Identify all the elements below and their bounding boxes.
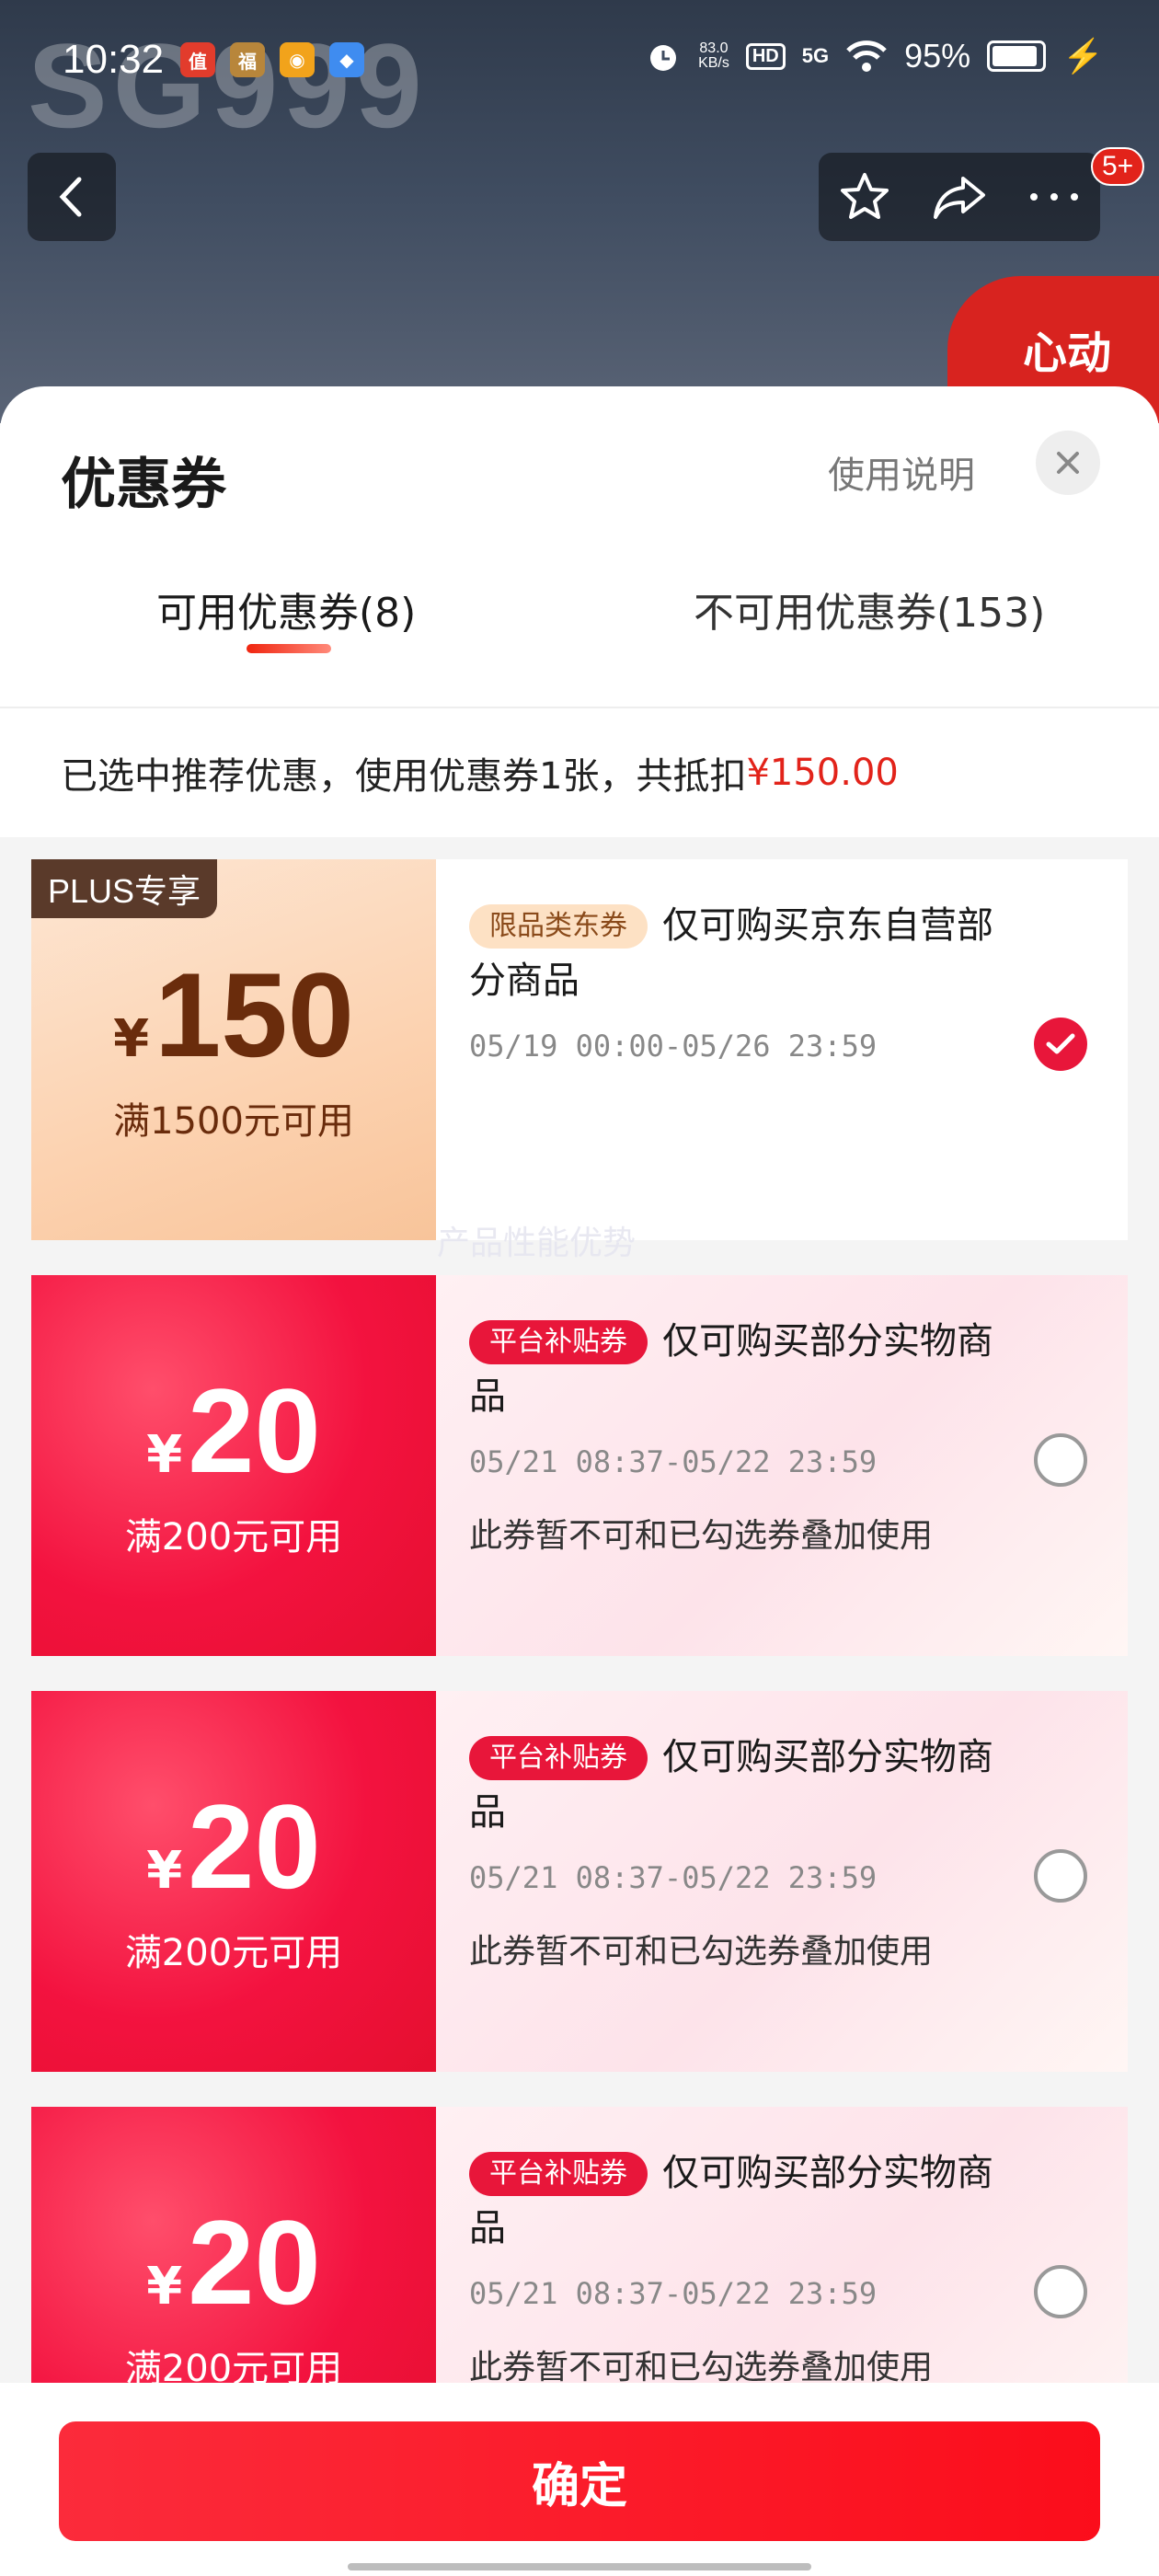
top-actions xyxy=(819,153,1100,241)
app-notification-icon: ◆ xyxy=(329,42,364,77)
close-icon xyxy=(1057,452,1079,474)
coupon-tabs: 可用优惠券(8) 不可用优惠券(153) xyxy=(0,552,1159,708)
coupon-validity: 05/21 08:37-05/22 23:59 xyxy=(469,2276,878,2311)
network-speed: 83.0 KB/s xyxy=(698,40,729,71)
coupon-card[interactable]: ¥ 20 满200元可用 平台补贴券 仅可购买部分实物商品 05/21 08:37… xyxy=(31,1275,1128,1656)
coupon-amount-value: 150 xyxy=(155,948,354,1082)
coupon-title: 限品类东券 仅可购买京东自营部分商品 xyxy=(469,898,1027,1008)
plus-exclusive-tag: PLUS专享 xyxy=(31,859,218,918)
charging-icon: ⚡ xyxy=(1062,37,1104,75)
coupon-amount: ¥ 20 xyxy=(146,1787,321,1906)
coupon-amount: ¥ 20 xyxy=(146,2202,321,2322)
overlay-text: 产品性能优势 xyxy=(437,1225,637,1262)
footer-bar: 确定 xyxy=(0,2383,1159,2576)
status-bar: 10:32 值 福 ◉ ◆ 83.0 KB/s HD 5G 95% ⚡ xyxy=(0,0,1159,120)
coupon-details: 平台补贴券 仅可购买部分实物商品 05/21 08:37-05/22 23:59 … xyxy=(436,2107,1128,2383)
more-icon[interactable] xyxy=(1027,188,1082,206)
coupon-type-tag: 平台补贴券 xyxy=(469,2152,648,2196)
currency-symbol: ¥ xyxy=(113,1009,150,1069)
currency-symbol: ¥ xyxy=(146,1841,183,1901)
coupon-type-tag: 限品类东券 xyxy=(469,904,648,949)
coupon-value-panel: ¥ 20 满200元可用 xyxy=(31,1691,436,2072)
tab-unavailable[interactable]: 不可用优惠券(153) xyxy=(694,580,1045,638)
usage-instructions-link[interactable]: 使用说明 xyxy=(828,445,975,499)
coupon-card[interactable]: ¥ 20 满200元可用 平台补贴券 仅可购买部分实物商品 05/21 08:37… xyxy=(31,2107,1128,2383)
coupon-checkbox[interactable] xyxy=(1034,2265,1087,2318)
coupon-details: 平台补贴券 仅可购买部分实物商品 05/21 08:37-05/22 23:59 … xyxy=(436,1275,1128,1656)
sheet-header: 优惠券 使用说明 xyxy=(0,386,1159,552)
battery-icon xyxy=(987,40,1047,72)
coupon-amount: ¥ 20 xyxy=(146,1371,321,1490)
app-notification-icon: 值 xyxy=(180,42,215,77)
back-button[interactable] xyxy=(28,153,116,241)
coupon-title: 平台补贴券 仅可购买部分实物商品 xyxy=(469,1314,1027,1424)
coupon-type-tag: 平台补贴券 xyxy=(469,1320,648,1364)
coupon-checkbox[interactable] xyxy=(1034,1018,1087,1071)
status-indicators: 83.0 KB/s HD 5G 95% ⚡ xyxy=(645,37,1104,75)
coupon-amount-value: 20 xyxy=(188,1363,321,1498)
coupon-condition: 满200元可用 xyxy=(124,2348,343,2383)
currency-symbol: ¥ xyxy=(146,1425,183,1485)
selection-summary: 已选中推荐优惠，使用优惠券1张，共抵扣 ¥150.00 xyxy=(0,708,1159,837)
coupon-value-panel: ¥ 20 满200元可用 xyxy=(31,2107,436,2383)
coupon-type-tag: 平台补贴券 xyxy=(469,1736,648,1780)
status-time: 10:32 xyxy=(63,37,165,82)
share-icon[interactable] xyxy=(930,171,989,223)
tab-active-indicator xyxy=(247,644,331,653)
sheet-title: 优惠券 xyxy=(61,453,226,517)
status-app-icons: 值 福 ◉ ◆ xyxy=(180,42,364,77)
app-notification-icon: 福 xyxy=(230,42,265,77)
coupon-details: 限品类东券 仅可购买京东自营部分商品 05/19 00:00-05/26 23:5… xyxy=(436,859,1128,1240)
tab-available[interactable]: 可用优惠券(8) xyxy=(156,580,416,638)
coupon-amount-value: 20 xyxy=(188,1779,321,1914)
signal-icon: 5G xyxy=(801,44,830,67)
currency-symbol: ¥ xyxy=(146,2257,183,2317)
coupon-title: 平台补贴券 仅可购买部分实物商品 xyxy=(469,2145,1027,2256)
coupon-value-panel: ¥ 20 满200元可用 xyxy=(31,1275,436,1656)
cart-badge: 5+ xyxy=(1091,147,1145,186)
coupon-validity: 05/21 08:37-05/22 23:59 xyxy=(469,1860,878,1895)
coupon-value-panel: PLUS专享 ¥ 150 满1500元可用 xyxy=(31,859,436,1240)
summary-text: 已选中推荐优惠，使用优惠券1张，共抵扣 xyxy=(61,755,747,798)
checkmark-icon xyxy=(1046,1033,1075,1054)
coupon-list[interactable]: PLUS专享 ¥ 150 满1500元可用 限品类东券 仅可购买京东自营部分商品 … xyxy=(0,837,1159,2383)
coupon-details: 平台补贴券 仅可购买部分实物商品 05/21 08:37-05/22 23:59 … xyxy=(436,1691,1128,2072)
chevron-left-icon xyxy=(59,177,82,217)
coupon-checkbox[interactable] xyxy=(1034,1433,1087,1487)
star-icon[interactable] xyxy=(837,169,892,224)
coupon-note: 此券暂不可和已勾选券叠加使用 xyxy=(469,1517,934,1555)
home-indicator[interactable] xyxy=(348,2563,811,2570)
coupon-validity: 05/21 08:37-05/22 23:59 xyxy=(469,1444,878,1479)
coupon-checkbox[interactable] xyxy=(1034,1849,1087,1903)
wifi-icon xyxy=(846,40,887,72)
weibo-icon: ◉ xyxy=(280,42,315,77)
coupon-condition: 满1500元可用 xyxy=(113,1100,354,1143)
coupon-amount-value: 20 xyxy=(188,2195,321,2329)
coupon-note: 此券暂不可和已勾选券叠加使用 xyxy=(469,2349,934,2383)
summary-amount: ¥150.00 xyxy=(746,752,899,794)
coupon-note: 此券暂不可和已勾选券叠加使用 xyxy=(469,1933,934,1971)
coupon-condition: 满200元可用 xyxy=(124,1932,343,1974)
coupon-condition: 满200元可用 xyxy=(124,1516,343,1558)
coupon-card[interactable]: PLUS专享 ¥ 150 满1500元可用 限品类东券 仅可购买京东自营部分商品 … xyxy=(31,859,1128,1240)
close-button[interactable] xyxy=(1036,431,1100,495)
promo-text: 心动 xyxy=(1022,328,1111,379)
battery-percent: 95% xyxy=(904,37,971,75)
alarm-icon xyxy=(650,45,677,71)
confirm-button[interactable]: 确定 xyxy=(59,2421,1100,2541)
coupon-title: 平台补贴券 仅可购买部分实物商品 xyxy=(469,1730,1027,1840)
product-page-background: SG999 10:32 值 福 ◉ ◆ 83.0 KB/s HD 5G 95% … xyxy=(0,0,1159,423)
coupon-card[interactable]: ¥ 20 满200元可用 平台补贴券 仅可购买部分实物商品 05/21 08:37… xyxy=(31,1691,1128,2072)
coupon-validity: 05/19 00:00-05/26 23:59 xyxy=(469,1029,878,1064)
coupon-sheet: 优惠券 使用说明 可用优惠券(8) 不可用优惠券(153) 已选中推荐优惠，使用… xyxy=(0,386,1159,2576)
coupon-amount: ¥ 150 xyxy=(113,955,354,1075)
hd-icon: HD xyxy=(745,42,786,70)
